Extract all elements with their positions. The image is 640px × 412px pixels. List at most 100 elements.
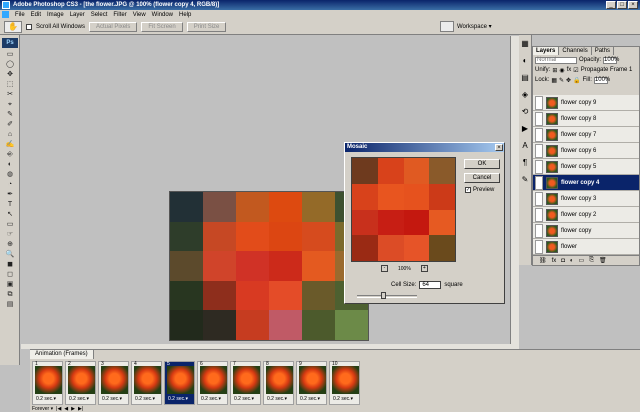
shape-tool-icon[interactable]: ▭: [3, 220, 17, 229]
animation-frame[interactable]: 10 0.2 sec.▾: [329, 361, 360, 405]
notes-tool-icon[interactable]: ☞: [3, 230, 17, 239]
mosaic-dialog-title[interactable]: Mosaic: [345, 143, 504, 152]
eraser-tool-icon[interactable]: ⎆: [3, 150, 17, 159]
menu-help[interactable]: Help: [176, 12, 194, 18]
quick-mask-icon[interactable]: ▣: [3, 280, 17, 289]
slider-thumb[interactable]: [381, 292, 386, 299]
actual-pixels-button[interactable]: Actual Pixels: [89, 21, 138, 32]
blur-tool-icon[interactable]: ◍: [3, 170, 17, 179]
menu-edit[interactable]: Edit: [28, 12, 44, 18]
document-canvas[interactable]: [169, 191, 369, 341]
visibility-eye-icon[interactable]: [535, 111, 543, 126]
visibility-eye-icon[interactable]: ◉: [535, 175, 543, 190]
unify-position-icon[interactable]: ⊞: [552, 67, 557, 74]
paragraph-icon[interactable]: ¶: [520, 157, 530, 169]
frame-delay-select[interactable]: 0.2 sec.▾: [201, 396, 221, 402]
cell-size-input[interactable]: 64: [419, 281, 442, 289]
hand-tool-icon[interactable]: ✋: [4, 20, 22, 33]
loop-select[interactable]: Forever ▾: [32, 406, 53, 412]
animation-frame[interactable]: 8 0.2 sec.▾: [263, 361, 294, 405]
path-selection-tool-icon[interactable]: ↖: [3, 210, 17, 219]
frame-delay-select[interactable]: 0.2 sec.▾: [69, 396, 89, 402]
zoom-tool-icon[interactable]: 🔍: [3, 250, 17, 259]
tab-channels[interactable]: Channels: [559, 47, 592, 55]
layer-row[interactable]: flower copy 9: [533, 95, 639, 111]
history-brush-tool-icon[interactable]: ✍: [3, 140, 17, 149]
hand-tool-icon[interactable]: ⊕: [3, 240, 17, 249]
crop-tool-icon[interactable]: ✂: [3, 90, 17, 99]
menu-filter[interactable]: Filter: [110, 12, 129, 18]
layer-row[interactable]: flower copy 6: [533, 143, 639, 159]
frame-delay-select[interactable]: 0.2 sec.▾: [102, 396, 122, 402]
lock-image-icon[interactable]: ✎: [559, 77, 564, 84]
visibility-eye-icon[interactable]: [535, 191, 543, 206]
visibility-eye-icon[interactable]: [535, 127, 543, 142]
healing-brush-tool-icon[interactable]: ✎: [3, 110, 17, 119]
print-size-button[interactable]: Print Size: [186, 21, 227, 32]
tab-paths[interactable]: Paths: [592, 47, 615, 55]
layer-row[interactable]: flower copy 7: [533, 127, 639, 143]
animation-frame[interactable]: 1 0.2 sec.▾: [32, 361, 63, 405]
layer-row[interactable]: flower copy 8: [533, 111, 639, 127]
lasso-tool-icon[interactable]: ◯: [3, 60, 17, 69]
visibility-eye-icon[interactable]: [535, 143, 543, 158]
close-icon[interactable]: ×: [495, 144, 503, 151]
visibility-eye-icon[interactable]: [535, 223, 543, 238]
gradient-tool-icon[interactable]: ◐: [3, 160, 17, 169]
frame-delay-select[interactable]: 0.2 sec.▾: [234, 396, 254, 402]
menu-layer[interactable]: Layer: [67, 12, 88, 18]
frame-delay-select[interactable]: 0.2 sec.▾: [36, 396, 56, 402]
zoom-in-button[interactable]: +: [420, 265, 428, 272]
brush-tool-icon[interactable]: ✐: [3, 120, 17, 129]
unify-visibility-icon[interactable]: ◉: [559, 67, 564, 74]
layer-row[interactable]: flower copy 2: [533, 207, 639, 223]
animation-frame[interactable]: 7 0.2 sec.▾: [230, 361, 261, 405]
lock-position-icon[interactable]: ✥: [566, 77, 571, 84]
dodge-tool-icon[interactable]: ◔: [3, 180, 17, 189]
app-menu-icon[interactable]: [2, 11, 9, 18]
animation-frame[interactable]: 5 0.2 sec.▾: [164, 361, 195, 405]
new-group-icon[interactable]: ▭: [579, 257, 585, 264]
previous-frame-icon[interactable]: ◀: [64, 406, 68, 412]
layer-row[interactable]: flower copy 3: [533, 191, 639, 207]
workspace-menu[interactable]: Workspace ▾: [457, 23, 492, 30]
animation-frame[interactable]: 6 0.2 sec.▾: [197, 361, 228, 405]
menu-view[interactable]: View: [130, 12, 149, 18]
preview-checkbox[interactable]: ✓: [465, 187, 471, 193]
minimize-button[interactable]: _: [606, 1, 616, 9]
tab-animation-frames[interactable]: Animation (Frames): [30, 350, 94, 359]
cell-size-slider[interactable]: [357, 292, 417, 299]
pen-tool-icon[interactable]: ✒: [3, 190, 17, 199]
foreground-color-icon[interactable]: ◼: [3, 260, 17, 269]
fit-screen-button[interactable]: Fit Screen: [141, 21, 183, 32]
propagate-checkbox[interactable]: ☑: [573, 67, 578, 74]
color-icon[interactable]: ◐: [520, 55, 530, 67]
styles-icon[interactable]: ◈: [520, 89, 530, 101]
fill-input[interactable]: 100%: [593, 76, 610, 84]
frame-delay-select[interactable]: 0.2 sec.▾: [300, 396, 320, 402]
close-button[interactable]: ×: [628, 1, 638, 9]
maximize-button[interactable]: □: [617, 1, 627, 9]
animation-frame[interactable]: 3 0.2 sec.▾: [98, 361, 129, 405]
cancel-button[interactable]: Cancel: [464, 173, 500, 183]
visibility-eye-icon[interactable]: [535, 207, 543, 222]
first-frame-icon[interactable]: |◀: [56, 406, 61, 412]
layer-row[interactable]: flower copy 5: [533, 159, 639, 175]
tab-layers[interactable]: Layers: [533, 47, 560, 55]
link-layers-icon[interactable]: ⛓: [539, 257, 547, 264]
scroll-all-windows-checkbox[interactable]: [26, 23, 32, 30]
clone-stamp-tool-icon[interactable]: ⌂: [3, 130, 17, 139]
animation-frame[interactable]: 9 0.2 sec.▾: [296, 361, 327, 405]
frame-delay-select[interactable]: 0.2 sec.▾: [333, 396, 353, 402]
ok-button[interactable]: OK: [464, 159, 500, 169]
palette-well-icon[interactable]: [440, 21, 454, 32]
frame-delay-select[interactable]: 0.2 sec.▾: [135, 396, 155, 402]
swatches-icon[interactable]: ▤: [520, 72, 530, 84]
zoom-out-button[interactable]: -: [381, 265, 388, 272]
brushes-icon[interactable]: ✎: [520, 174, 530, 186]
lock-all-icon[interactable]: 🔒: [573, 77, 580, 84]
menu-file[interactable]: File: [12, 12, 28, 18]
lock-transparent-icon[interactable]: ▦: [551, 77, 557, 84]
layer-style-icon[interactable]: fx: [552, 258, 557, 264]
move-tool-icon[interactable]: ✥: [3, 70, 17, 79]
